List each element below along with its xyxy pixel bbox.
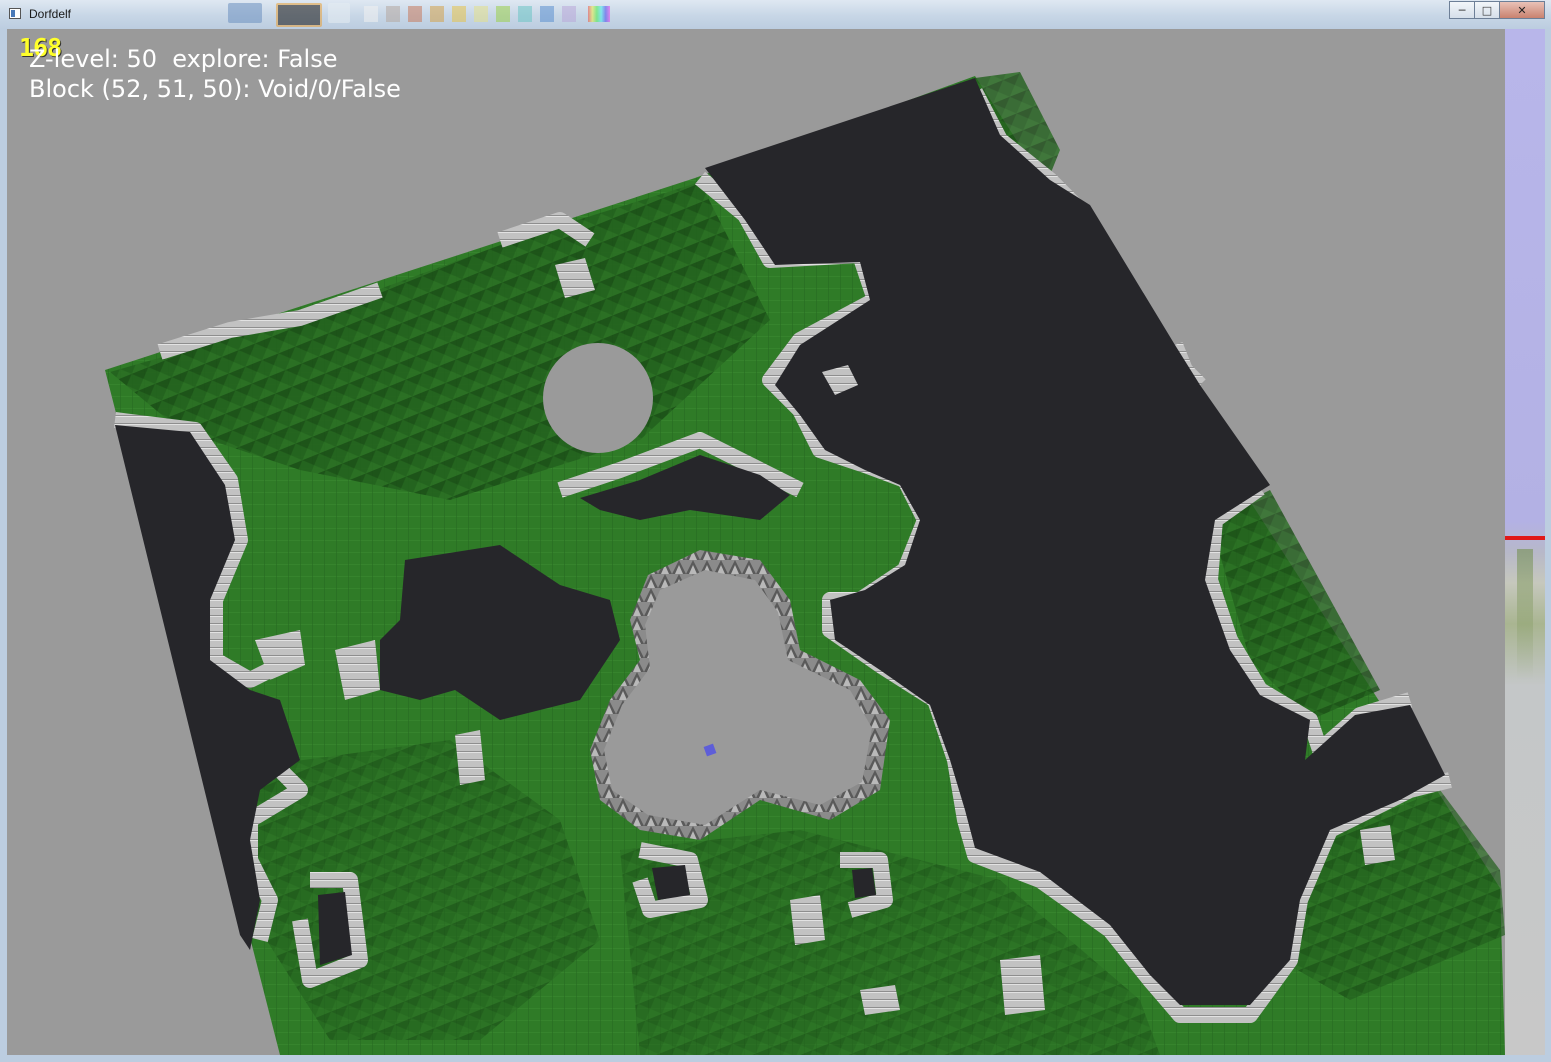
z-level-slider[interactable] <box>1505 29 1545 1055</box>
ghost-swatch-icon <box>430 6 444 22</box>
maximize-icon: □ <box>1481 3 1493 17</box>
ghost-swatch-icon <box>386 6 400 22</box>
excavated-pit-north <box>543 343 653 453</box>
ghost-swatch-icon <box>496 6 510 22</box>
ghost-palette-icon <box>588 6 610 22</box>
background-toolbar-reflection <box>100 0 620 29</box>
app-icon[interactable] <box>9 8 21 19</box>
ghost-color-icon <box>276 3 322 27</box>
close-icon: ✕ <box>1517 3 1527 17</box>
window-frame-right <box>1545 29 1551 1062</box>
z-level-marker[interactable] <box>1505 536 1545 540</box>
window-controls: ─ □ ✕ <box>1449 1 1545 20</box>
ghost-swatch-icon <box>540 6 554 22</box>
window-frame-bottom <box>0 1055 1551 1062</box>
window-title: Dorfdelf <box>29 7 72 21</box>
ghost-tool-icon <box>328 3 350 23</box>
ghost-swatch-icon <box>408 6 422 22</box>
z-level-status: Z-level: 50 explore: False <box>29 45 338 73</box>
ghost-swatch-icon <box>518 6 532 22</box>
ghost-swatch-icon <box>452 6 466 22</box>
minimize-icon: ─ <box>1458 3 1466 17</box>
close-button[interactable]: ✕ <box>1499 1 1545 19</box>
maximize-button[interactable]: □ <box>1474 1 1500 19</box>
ghost-tool-icon <box>228 3 262 23</box>
minimize-button[interactable]: ─ <box>1449 1 1475 19</box>
3d-viewport[interactable]: 168 Z-level: 50 explore: False Block (52… <box>7 29 1505 1055</box>
ghost-swatch-icon <box>562 6 576 22</box>
void-hole <box>652 865 690 900</box>
title-bar[interactable]: Dorfdelf ─ □ ✕ <box>0 0 1551 30</box>
block-info-status: Block (52, 51, 50): Void/0/False <box>29 75 401 103</box>
voxel-terrain-render[interactable] <box>7 29 1505 1055</box>
window-frame-left <box>0 29 7 1062</box>
z-level-slider-terrain-tint <box>1517 549 1533 679</box>
ghost-swatch-icon <box>364 6 378 22</box>
ghost-swatch-icon <box>474 6 488 22</box>
void-hole <box>852 868 876 898</box>
